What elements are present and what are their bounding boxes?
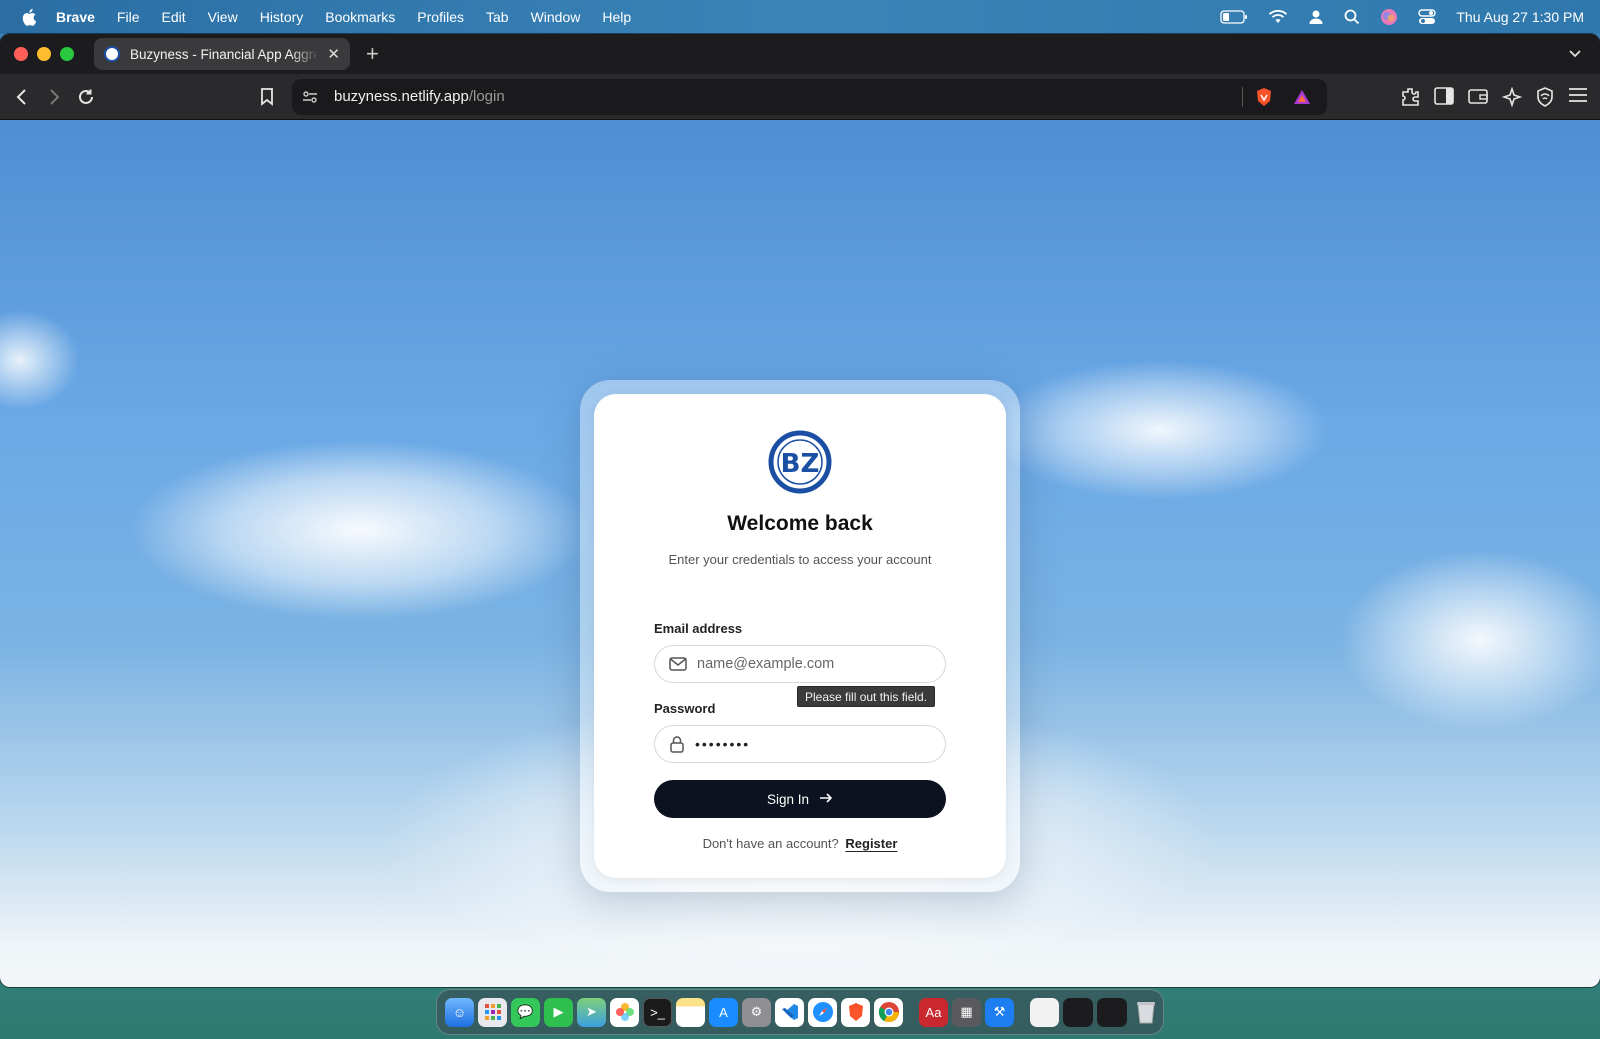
menu-edit[interactable]: Edit bbox=[161, 9, 185, 25]
menu-help[interactable]: Help bbox=[602, 9, 631, 25]
menu-tab[interactable]: Tab bbox=[486, 9, 509, 25]
menu-file[interactable]: File bbox=[117, 9, 140, 25]
login-card-frame: BZ Welcome back Enter your credentials t… bbox=[580, 380, 1020, 892]
sidebar-toggle-icon[interactable] bbox=[1434, 86, 1454, 107]
validation-tooltip: Please fill out this field. bbox=[797, 686, 936, 707]
login-card: BZ Welcome back Enter your credentials t… bbox=[594, 394, 1006, 878]
menu-profiles[interactable]: Profiles bbox=[417, 9, 464, 25]
arrow-right-icon bbox=[819, 792, 833, 807]
register-prompt: Don't have an account? Register bbox=[594, 836, 1006, 851]
password-label: Password bbox=[654, 701, 716, 716]
page-title: Welcome back bbox=[727, 512, 873, 535]
terminal-icon[interactable]: >_ bbox=[643, 997, 672, 1027]
wifi-icon[interactable] bbox=[1268, 10, 1288, 24]
tab-strip: Buzyness - Financial App Aggregator ✕ + bbox=[0, 34, 1600, 74]
menu-window[interactable]: Window bbox=[531, 9, 581, 25]
address-bar-divider bbox=[1242, 86, 1243, 107]
hamburger-menu-icon[interactable] bbox=[1568, 87, 1588, 107]
tab-title: Buzyness - Financial App Aggregator bbox=[130, 46, 320, 62]
minimize-window-button[interactable] bbox=[37, 47, 51, 61]
close-window-button[interactable] bbox=[14, 47, 28, 61]
tab-buzyness[interactable]: Buzyness - Financial App Aggregator ✕ bbox=[94, 38, 350, 70]
safari-icon[interactable] bbox=[808, 997, 837, 1027]
apple-icon[interactable] bbox=[20, 7, 40, 27]
tab-list-chevron-icon[interactable] bbox=[1568, 45, 1582, 63]
password-field-wrapper[interactable] bbox=[654, 725, 946, 763]
close-tab-icon[interactable]: ✕ bbox=[327, 45, 340, 63]
sign-in-label: Sign In bbox=[766, 791, 810, 807]
menu-bar-clock[interactable]: Thu Aug 27 1:30 PM bbox=[1456, 9, 1584, 25]
menu-view[interactable]: View bbox=[208, 9, 238, 25]
vpn-shield-icon[interactable] bbox=[1536, 86, 1554, 107]
battery-icon[interactable] bbox=[1220, 10, 1248, 24]
brave-shields-icon[interactable] bbox=[1255, 87, 1273, 107]
sign-in-button[interactable]: Sign In bbox=[654, 780, 946, 818]
menu-bar: Brave File Edit View History Bookmarks P… bbox=[0, 0, 1600, 34]
trash-icon[interactable] bbox=[1131, 998, 1160, 1027]
xcode-icon[interactable]: ⚒ bbox=[985, 997, 1014, 1027]
spotlight-search-icon[interactable] bbox=[1344, 9, 1360, 25]
logo-text: BZ bbox=[781, 449, 820, 479]
siri-icon[interactable] bbox=[1380, 8, 1398, 26]
dictionary-icon[interactable]: Aa bbox=[919, 997, 948, 1027]
browser-toolbar: buzyness.netlify.app/login bbox=[0, 74, 1600, 120]
settings-icon[interactable]: ⚙ bbox=[742, 997, 771, 1027]
page-subtitle: Enter your credentials to access your ac… bbox=[668, 552, 932, 567]
chrome-icon[interactable] bbox=[874, 997, 903, 1027]
extensions-icon[interactable] bbox=[1400, 87, 1420, 107]
leo-ai-icon[interactable] bbox=[1502, 86, 1522, 107]
browser-window: Buzyness - Financial App Aggregator ✕ + … bbox=[0, 34, 1600, 987]
vscode-icon[interactable] bbox=[775, 997, 804, 1027]
menu-app-brave[interactable]: Brave bbox=[56, 9, 95, 25]
url-path: /login bbox=[468, 88, 505, 105]
launchpad-icon[interactable] bbox=[478, 997, 507, 1027]
facetime-icon[interactable]: ▶ bbox=[544, 997, 573, 1027]
mail-icon bbox=[669, 657, 687, 671]
document-icon[interactable] bbox=[1030, 997, 1059, 1027]
reload-button[interactable] bbox=[70, 88, 102, 106]
site-settings-icon[interactable] bbox=[302, 90, 318, 104]
password-input[interactable] bbox=[695, 736, 925, 752]
register-prompt-text: Don't have an account? bbox=[702, 836, 839, 851]
maps-icon[interactable]: ➤ bbox=[577, 997, 606, 1027]
menu-history[interactable]: History bbox=[260, 9, 304, 25]
notes-icon[interactable] bbox=[676, 997, 705, 1027]
page-viewport: BZ Welcome back Enter your credentials t… bbox=[0, 120, 1600, 987]
messages-icon[interactable]: 💬 bbox=[511, 997, 540, 1027]
dock: ☺ 💬 ▶ ➤ >_ A ⚙ Aa ▦ ⚒ bbox=[436, 989, 1164, 1035]
email-input[interactable] bbox=[697, 656, 927, 672]
lock-icon bbox=[669, 735, 685, 753]
brave-rewards-icon[interactable] bbox=[1293, 89, 1311, 105]
window-thumb-icon[interactable] bbox=[1063, 997, 1093, 1027]
register-link[interactable]: Register bbox=[845, 836, 897, 851]
photos-icon[interactable] bbox=[610, 997, 639, 1027]
brave-icon[interactable] bbox=[841, 997, 870, 1027]
bookmark-icon[interactable] bbox=[252, 87, 282, 106]
wallet-icon[interactable] bbox=[1468, 87, 1488, 107]
user-icon[interactable] bbox=[1308, 9, 1324, 25]
forward-button[interactable] bbox=[38, 88, 70, 106]
address-bar[interactable]: buzyness.netlify.app/login bbox=[292, 78, 1327, 115]
window-controls bbox=[14, 47, 74, 61]
buzyness-logo: BZ bbox=[768, 430, 832, 494]
menu-bookmarks[interactable]: Bookmarks bbox=[325, 9, 395, 25]
email-label: Email address bbox=[654, 621, 743, 636]
fullscreen-window-button[interactable] bbox=[60, 47, 74, 61]
window-thumb-icon[interactable] bbox=[1097, 997, 1127, 1027]
calculator-icon[interactable]: ▦ bbox=[952, 997, 981, 1027]
back-button[interactable] bbox=[6, 88, 38, 106]
buzyness-favicon-icon bbox=[104, 46, 120, 62]
control-center-icon[interactable] bbox=[1418, 9, 1437, 25]
new-tab-button[interactable]: + bbox=[366, 43, 379, 65]
email-field-wrapper[interactable] bbox=[654, 645, 946, 683]
app-store-icon[interactable]: A bbox=[709, 997, 738, 1027]
menu-bar-status: Thu Aug 27 1:30 PM bbox=[1220, 8, 1584, 26]
finder-icon[interactable]: ☺ bbox=[445, 997, 474, 1027]
toolbar-actions bbox=[1400, 86, 1588, 107]
url-host: buzyness.netlify.app bbox=[334, 88, 469, 105]
